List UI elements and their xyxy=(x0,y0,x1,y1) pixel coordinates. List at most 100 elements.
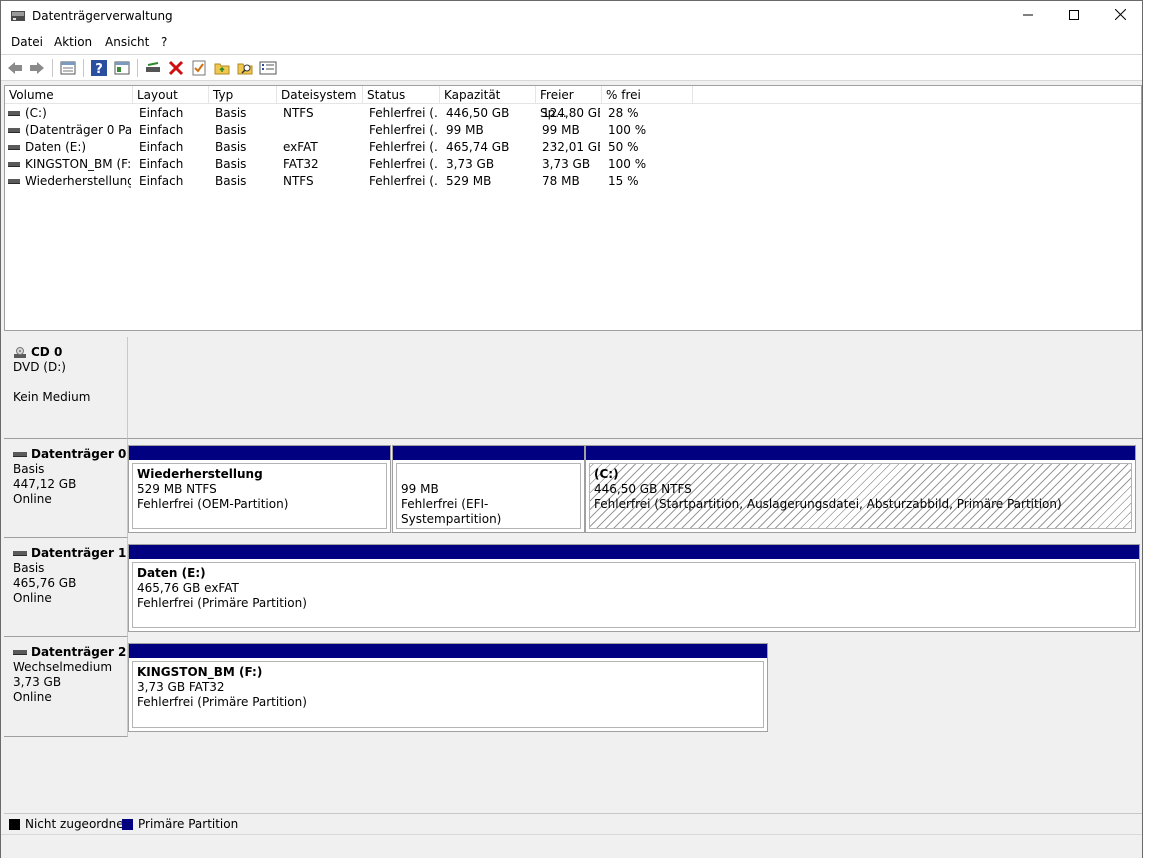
disk-type: Wechselmedium xyxy=(13,660,113,674)
partition-daten[interactable]: Daten (E:) 465,76 GB exFAT Fehlerfrei (P… xyxy=(128,544,1140,632)
partition-status: Fehlerfrei (Primäre Partition) xyxy=(137,596,307,610)
check-icon[interactable] xyxy=(190,59,208,77)
table-cell: Basis xyxy=(215,157,247,171)
disk-label-cd0[interactable]: CD 0 DVD (D:) Kein Medium xyxy=(4,337,128,439)
connect-icon[interactable] xyxy=(144,59,162,77)
table-cell: 446,50 GB xyxy=(446,106,510,120)
table-cell: Daten (E:) xyxy=(25,140,87,154)
table-row[interactable]: (C:) Einfach Basis NTFS Fehlerfrei (... 446,5… xyxy=(5,105,1141,122)
partition-title: KINGSTON_BM (F:) xyxy=(137,665,263,679)
disk-management-window: Datenträgerverwaltung Datei Aktion Ansic… xyxy=(0,0,1143,858)
properties-icon[interactable] xyxy=(59,59,77,77)
disk-drive-icon xyxy=(13,452,27,457)
forward-icon[interactable] xyxy=(28,59,46,77)
partition-body: Wiederherstellung 529 MB NTFS Fehlerfrei… xyxy=(132,463,387,529)
partition-size: 99 MB xyxy=(401,482,439,496)
partition-efi[interactable]: 99 MB Fehlerfrei (EFI-Systempartition) xyxy=(392,445,585,533)
col-layout[interactable]: Layout xyxy=(133,86,209,104)
table-cell: 232,01 GB xyxy=(542,140,600,154)
partition-status: Fehlerfrei (Primäre Partition) xyxy=(137,695,307,709)
disk-size: 3,73 GB xyxy=(13,675,62,689)
close-button[interactable] xyxy=(1097,1,1143,32)
partition-status: Fehlerfrei (Startpartition, Auslagerungs… xyxy=(594,497,1062,511)
col-status[interactable]: Status xyxy=(363,86,440,104)
disk-row-cd0: CD 0 DVD (D:) Kein Medium xyxy=(4,337,1142,439)
delete-icon[interactable] xyxy=(167,59,185,77)
table-cell: Basis xyxy=(215,140,247,154)
partition-kingston[interactable]: KINGSTON_BM (F:) 3,73 GB FAT32 Fehlerfre… xyxy=(128,643,768,732)
table-cell: Basis xyxy=(215,123,247,137)
partition-c[interactable]: (C:) 446,50 GB NTFS Fehlerfrei (Startpar… xyxy=(585,445,1136,533)
menu-aktion[interactable]: Aktion xyxy=(54,35,92,49)
table-cell: 99 MB xyxy=(542,123,580,137)
disk-row-0: Datenträger 0 Basis 447,12 GB Online Wie… xyxy=(4,439,1142,538)
console-tree-icon[interactable] xyxy=(113,59,131,77)
disk-name: CD 0 xyxy=(31,345,63,359)
menu-datei[interactable]: Datei xyxy=(11,35,43,49)
table-cell: 28 % xyxy=(608,106,639,120)
col-volume[interactable]: Volume xyxy=(5,86,133,104)
menu-help[interactable]: ? xyxy=(161,35,167,49)
partition-body: 99 MB Fehlerfrei (EFI-Systempartition) xyxy=(396,463,581,529)
table-row[interactable]: Daten (E:) Einfach Basis exFAT Fehlerfrei (.… xyxy=(5,139,1141,156)
table-cell: 78 MB xyxy=(542,174,580,188)
list-icon[interactable] xyxy=(259,59,277,77)
minimize-icon xyxy=(1023,14,1033,16)
disk-label-0[interactable]: Datenträger 0 Basis 447,12 GB Online xyxy=(4,439,128,538)
volume-list[interactable]: Volume Layout Typ Dateisystem Status Kap… xyxy=(4,85,1142,331)
back-icon[interactable] xyxy=(6,59,24,77)
table-cell: Einfach xyxy=(139,140,184,154)
partition-title: Daten (E:) xyxy=(137,566,206,580)
col-typ[interactable]: Typ xyxy=(209,86,277,104)
table-cell: (Datenträger 0 Par... xyxy=(25,123,131,137)
table-cell: 529 MB xyxy=(446,174,492,188)
table-cell: Fehlerfrei (... xyxy=(369,174,439,188)
primary-partition-bar xyxy=(393,446,584,460)
maximize-button[interactable] xyxy=(1051,1,1097,32)
svg-text:?: ? xyxy=(95,62,103,77)
disk-size: 447,12 GB xyxy=(13,477,77,491)
toolbar-separator xyxy=(137,59,138,77)
folder-up-icon[interactable] xyxy=(213,59,231,77)
table-row[interactable]: KINGSTON_BM (F:) Einfach Basis FAT32 Fehlerf… xyxy=(5,156,1141,173)
disk-row-1: Datenträger 1 Basis 465,76 GB Online Dat… xyxy=(4,538,1142,637)
disk-name: Datenträger 1 xyxy=(31,546,127,560)
primary-partition-bar xyxy=(129,446,390,460)
table-cell: FAT32 xyxy=(283,157,319,171)
disk-drive-icon xyxy=(13,650,27,655)
col-dateisystem[interactable]: Dateisystem xyxy=(277,86,363,104)
menu-ansicht[interactable]: Ansicht xyxy=(105,35,149,49)
table-cell: Fehlerfrei (... xyxy=(369,157,439,171)
disk-management-icon xyxy=(11,11,25,21)
col-prozent-frei[interactable]: % frei xyxy=(602,86,693,104)
partition-size: 446,50 GB NTFS xyxy=(594,482,692,496)
search-icon[interactable] xyxy=(236,59,254,77)
partition-wiederherstellung[interactable]: Wiederherstellung 529 MB NTFS Fehlerfrei… xyxy=(128,445,391,533)
table-row[interactable]: Wiederherstellung Einfach Basis NTFS Fehlerf… xyxy=(5,173,1141,190)
partition-status: Fehlerfrei (OEM-Partition) xyxy=(137,497,289,511)
disk-drive-icon xyxy=(13,551,27,556)
disk-label-1[interactable]: Datenträger 1 Basis 465,76 GB Online xyxy=(4,538,128,637)
volume-drive-icon xyxy=(8,128,20,133)
partition-title: Wiederherstellung xyxy=(137,467,263,481)
help-icon[interactable]: ? xyxy=(90,59,108,77)
table-cell: Einfach xyxy=(139,106,184,120)
toolbar: ? xyxy=(1,54,1142,81)
disk-status: Online xyxy=(13,690,52,704)
unallocated-swatch xyxy=(9,819,20,830)
table-cell: Fehlerfrei (... xyxy=(369,140,439,154)
partition-title xyxy=(401,467,580,482)
partition-size: 465,76 GB exFAT xyxy=(137,581,239,595)
col-freier-speicher[interactable]: Freier Sp... xyxy=(536,86,602,120)
disk-status: Online xyxy=(13,492,52,506)
disk-row-2: Datenträger 2 Wechselmedium 3,73 GB Onli… xyxy=(4,637,1142,737)
status-bar xyxy=(1,834,1142,858)
legend-primary: Primäre Partition xyxy=(138,817,239,831)
minimize-button[interactable] xyxy=(1005,1,1051,32)
disk-label-2[interactable]: Datenträger 2 Wechselmedium 3,73 GB Onli… xyxy=(4,637,128,737)
col-kapazitaet[interactable]: Kapazität xyxy=(440,86,536,104)
table-row[interactable]: (Datenträger 0 Par... Einfach Basis Fehlerf… xyxy=(5,122,1141,139)
cd-drive-icon xyxy=(14,346,26,358)
table-cell: NTFS xyxy=(283,174,314,188)
list-header: Volume Layout Typ Dateisystem Status Kap… xyxy=(5,86,1141,120)
